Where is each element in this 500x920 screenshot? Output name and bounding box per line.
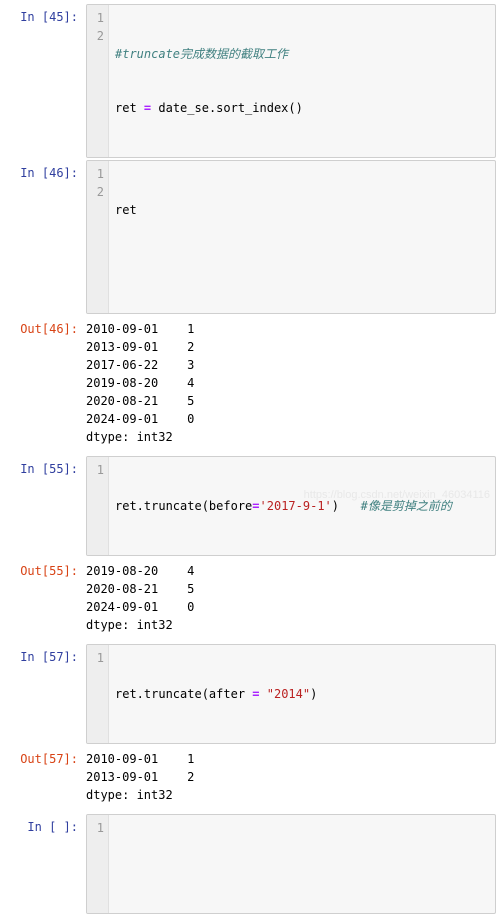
code-text: ret.truncate(after — [115, 687, 252, 701]
output-text: 2010-09-01 1 2013-09-01 2 dtype: int32 — [86, 746, 496, 812]
cell-out-46: Out[46]: 2010-09-01 1 2013-09-01 2 2017-… — [4, 316, 496, 454]
code-comment: #truncate完成数据的截取工作 — [115, 47, 288, 61]
code-text: ret.truncate(before — [115, 499, 252, 513]
code-text — [115, 855, 489, 873]
gutter: 1 — [87, 457, 109, 555]
cell-in-57: In [57]: 1 ret.truncate(after = "2014") — [4, 644, 496, 744]
prompt-in: In [45]: — [4, 4, 86, 26]
gutter: 1 2 — [87, 5, 109, 157]
code-string: "2014" — [267, 687, 310, 701]
code-op: = — [252, 687, 259, 701]
code-area[interactable]: 1 ret.truncate(after = "2014") — [86, 644, 496, 744]
cell-in-45: In [45]: 1 2 #truncate完成数据的截取工作 ret = da… — [4, 4, 496, 158]
output-text: 2010-09-01 1 2013-09-01 2 2017-06-22 3 2… — [86, 316, 496, 454]
code-text: ) — [310, 687, 317, 701]
code-text: date_se.sort_index() — [151, 101, 303, 115]
code[interactable]: ret.truncate(after = "2014") — [109, 645, 495, 743]
code-string: '2017-9-1' — [260, 499, 332, 513]
code-area[interactable]: 1 2 ret — [86, 160, 496, 314]
code-text: ) — [332, 499, 361, 513]
code[interactable] — [109, 815, 495, 913]
code-area[interactable]: 1 — [86, 814, 496, 914]
gutter: 1 2 — [87, 161, 109, 313]
prompt-out: Out[55]: — [4, 558, 86, 580]
code-text: ret — [115, 201, 489, 219]
code-area[interactable]: 1 2 #truncate完成数据的截取工作 ret = date_se.sor… — [86, 4, 496, 158]
prompt-in: In [55]: — [4, 456, 86, 478]
prompt-in: In [57]: — [4, 644, 86, 666]
gutter: 1 — [87, 645, 109, 743]
prompt-in: In [ ]: — [4, 814, 86, 836]
code-op: = — [252, 499, 259, 513]
prompt-out: Out[57]: — [4, 746, 86, 768]
cell-in-46: In [46]: 1 2 ret — [4, 160, 496, 314]
prompt-in: In [46]: — [4, 160, 86, 182]
code-text: ret — [115, 101, 144, 115]
code-area[interactable]: 1 ret.truncate(before='2017-9-1') #像是剪掉之… — [86, 456, 496, 556]
cell-in-55: In [55]: 1 ret.truncate(before='2017-9-1… — [4, 456, 496, 556]
cell-in-empty: In [ ]: 1 — [4, 814, 496, 914]
prompt-out: Out[46]: — [4, 316, 86, 338]
output-text: 2019-08-20 4 2020-08-21 5 2024-09-01 0 d… — [86, 558, 496, 642]
cell-out-57: Out[57]: 2010-09-01 1 2013-09-01 2 dtype… — [4, 746, 496, 812]
code[interactable]: #truncate完成数据的截取工作 ret = date_se.sort_in… — [109, 5, 495, 157]
cell-out-55: Out[55]: 2019-08-20 4 2020-08-21 5 2024-… — [4, 558, 496, 642]
code-text — [260, 687, 267, 701]
code[interactable]: ret — [109, 161, 495, 313]
code[interactable]: ret.truncate(before='2017-9-1') #像是剪掉之前的 — [109, 457, 495, 555]
code-comment: #像是剪掉之前的 — [361, 499, 452, 513]
gutter: 1 — [87, 815, 109, 913]
code-text — [115, 255, 489, 273]
